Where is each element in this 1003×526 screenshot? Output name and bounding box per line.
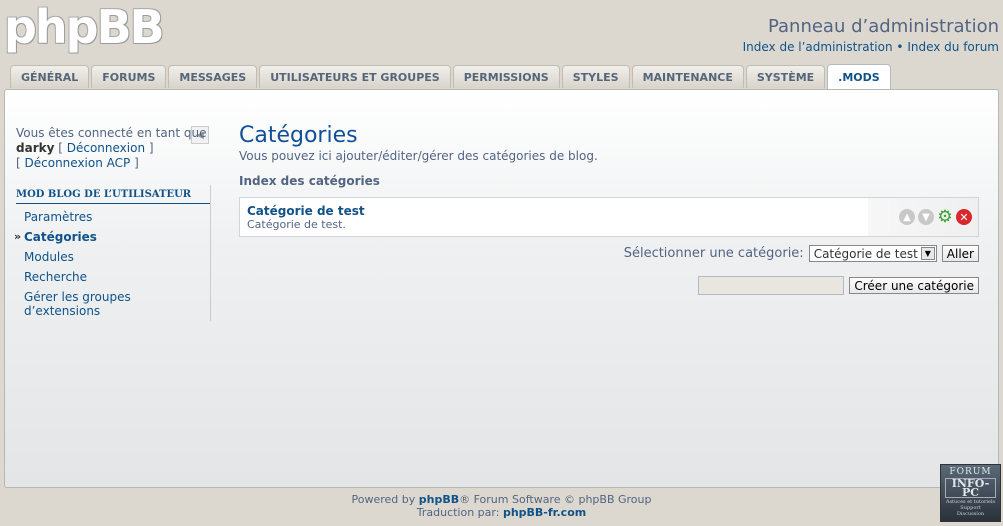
menu-section: MOD BLOG DE L’UTILISATEUR Paramètres Cat… [14, 185, 211, 321]
move-down-icon[interactable]: ▼ [918, 209, 934, 225]
tab-maintenance[interactable]: MAINTENANCE [631, 65, 744, 88]
username: darky [16, 141, 55, 155]
create-category-row: Créer une catégorie [239, 276, 979, 295]
tab-system[interactable]: SYSTÈME [745, 65, 826, 88]
sidebar-item-settings[interactable]: Paramètres [16, 207, 210, 227]
badge-line-5: Discussion [956, 511, 985, 517]
header-separator: • [892, 40, 908, 54]
tab-styles[interactable]: STYLES [561, 65, 630, 88]
category-description: Catégorie de test. [247, 218, 346, 231]
tab-forums[interactable]: FORUMS [91, 65, 167, 88]
login-prefix: Vous êtes connecté en tant que [16, 126, 207, 140]
category-index-title: Index des catégories [239, 174, 380, 188]
sidebar-item-categories[interactable]: Catégories [14, 227, 210, 247]
forum-index-link[interactable]: Index du forum [907, 40, 999, 54]
category-select-value: Catégorie de test [813, 246, 918, 261]
main-content: Catégories Vous pouvez ici ajouter/édite… [239, 123, 981, 295]
logout-acp-link[interactable]: Déconnexion ACP [25, 156, 131, 170]
sidebar-item-extension-groups[interactable]: Gérer les groupes d’extensions [16, 287, 210, 321]
page-body: ◀ Vous êtes connecté en tant que darky [… [4, 89, 999, 488]
footer-translation-label: Traduction par: [416, 506, 503, 519]
menu-section-title: MOD BLOG DE L’UTILISATEUR [16, 185, 210, 204]
phpbb-logo: phpBB [4, 0, 165, 54]
sidebar-item-search[interactable]: Recherche [16, 267, 210, 287]
category-actions: ▲ ▼ ⚙ ✕ [868, 198, 978, 236]
create-category-button[interactable]: Créer une catégorie [849, 277, 979, 294]
footer-software: ® Forum Software © phpBB Group [459, 493, 652, 506]
gear-icon[interactable]: ⚙ [937, 207, 953, 227]
footer-phpbb-link[interactable]: phpBB [419, 493, 459, 506]
move-up-icon[interactable]: ▲ [899, 209, 915, 225]
category-select-row: Sélectionner une catégorie: Catégorie de… [239, 245, 979, 262]
badge-line-1: FORUM [949, 467, 992, 477]
select-category-label: Sélectionner une catégorie: [623, 246, 804, 261]
logout-link[interactable]: Déconnexion [67, 141, 145, 155]
select-arrow-icon: ▼ [920, 247, 935, 260]
go-button[interactable]: Aller [941, 245, 979, 262]
sidebar-item-modules[interactable]: Modules [16, 247, 210, 267]
panel-title: Panneau d’administration [767, 16, 999, 37]
footer-translation-link[interactable]: phpBB-fr.com [503, 506, 586, 519]
admin-index-link[interactable]: Index de l’administration [743, 40, 893, 54]
footer-powered-by: Powered by [351, 493, 419, 506]
tab-mods[interactable]: .MODS [827, 64, 891, 89]
tab-general[interactable]: GÉNÉRAL [10, 65, 90, 88]
forum-info-pc-badge[interactable]: FORUM INFO-PC Astuces et tutoriels Suppo… [940, 464, 1001, 522]
tab-bar: GÉNÉRAL FORUMS MESSAGES UTILISATEURS ET … [10, 64, 893, 89]
header-links: Index de l’administration • Index du for… [743, 40, 999, 54]
category-name-link[interactable]: Catégorie de test [247, 204, 365, 218]
tab-permissions[interactable]: PERMISSIONS [452, 65, 560, 88]
page-description: Vous pouvez ici ajouter/éditer/gérer des… [239, 149, 598, 163]
category-select[interactable]: Catégorie de test ▼ [808, 245, 937, 262]
page-title: Catégories [239, 123, 358, 148]
footer: Powered by phpBB® Forum Software © phpBB… [0, 493, 1003, 519]
tab-users-groups[interactable]: UTILISATEURS ET GROUPES [259, 65, 451, 88]
tab-messages[interactable]: MESSAGES [168, 65, 258, 88]
new-category-input[interactable] [698, 276, 845, 295]
sidebar-menu: Vous êtes connecté en tant que darky [ D… [14, 126, 211, 321]
badge-line-2: INFO-PC [945, 478, 996, 498]
delete-icon[interactable]: ✕ [956, 209, 972, 225]
login-info: Vous êtes connecté en tant que darky [ D… [16, 126, 207, 170]
category-row: Catégorie de test Catégorie de test. ▲ ▼… [239, 197, 979, 237]
